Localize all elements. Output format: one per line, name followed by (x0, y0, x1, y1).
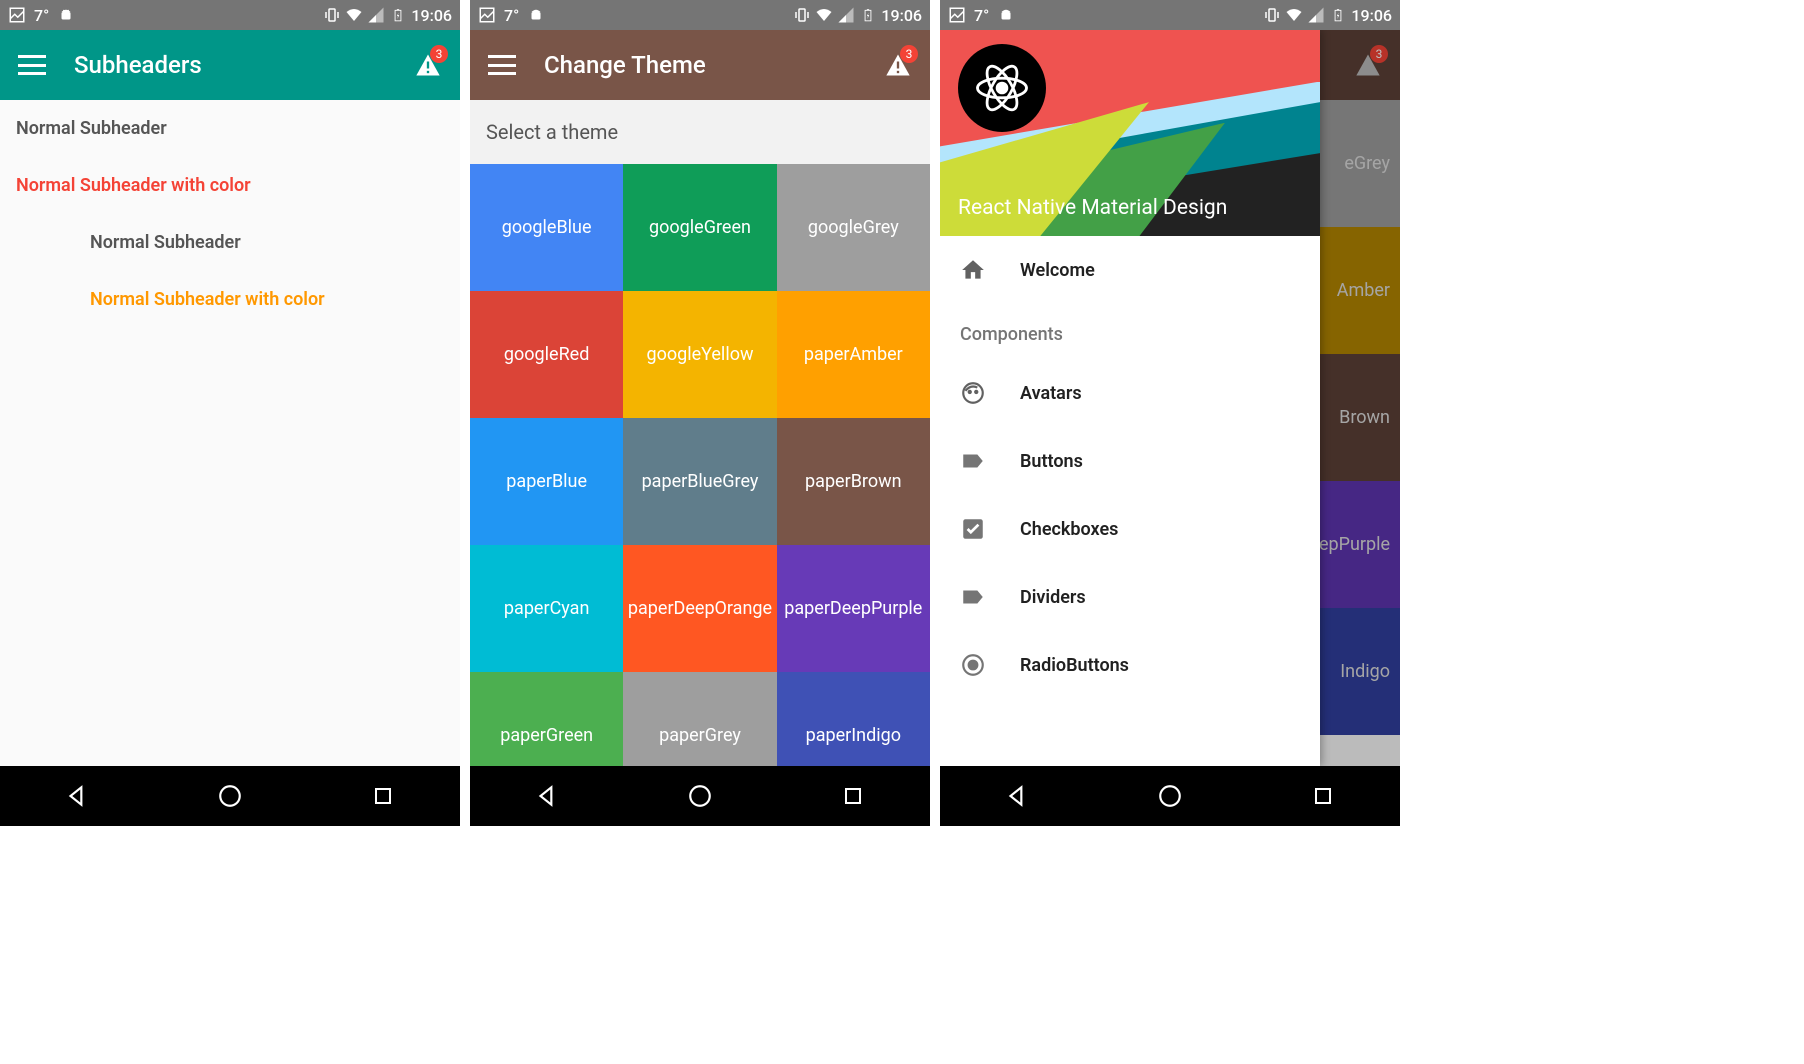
theme-googleGrey[interactable]: googleGrey (777, 164, 930, 291)
page-title: Subheaders (74, 51, 202, 79)
theme-paperDeepPurple[interactable]: paperDeepPurple (777, 545, 930, 672)
wifi-icon (815, 6, 833, 24)
battery-icon (859, 6, 877, 24)
status-time: 19:06 (1351, 6, 1392, 25)
drawer-item-label: Avatars (1020, 383, 1082, 404)
theme-googleBlue[interactable]: googleBlue (470, 164, 623, 291)
nav-back-button[interactable] (1002, 781, 1032, 811)
drawer-item-label: Checkboxes (1020, 519, 1118, 540)
select-theme-subheader: Select a theme (470, 100, 930, 164)
wifi-icon (345, 6, 363, 24)
label-icon (960, 584, 986, 610)
picture-icon (478, 6, 496, 24)
drawer-item-label: Buttons (1020, 451, 1083, 472)
picture-icon (8, 6, 26, 24)
theme-paperCyan[interactable]: paperCyan (470, 545, 623, 672)
drawer-item-dividers[interactable]: Dividers (940, 563, 1320, 631)
subheader-normal: Normal Subheader (0, 100, 460, 157)
content-area: Select a theme googleBluegoogleGreengoog… (470, 100, 930, 766)
page-title: Change Theme (544, 51, 706, 79)
drawer-item-label: RadioButtons (1020, 655, 1129, 676)
menu-icon[interactable] (18, 55, 46, 75)
menu-icon[interactable] (488, 55, 516, 75)
theme-paperBlue[interactable]: paperBlue (470, 418, 623, 545)
signal-icon (367, 6, 385, 24)
battery-icon (1329, 6, 1347, 24)
drawer-item-welcome[interactable]: Welcome (940, 236, 1320, 304)
warning-icon[interactable]: 3 (414, 51, 442, 79)
nav-back-button[interactable] (62, 781, 92, 811)
drawer-section-components: Components (940, 304, 1320, 359)
status-time: 19:06 (881, 6, 922, 25)
notification-badge: 3 (430, 45, 448, 63)
battery-icon (389, 6, 407, 24)
status-bar: 7° 19:06 (940, 0, 1400, 30)
theme-googleRed[interactable]: googleRed (470, 291, 623, 418)
navigation-bar (0, 766, 460, 826)
picture-icon (948, 6, 966, 24)
label-icon (960, 448, 986, 474)
android-icon (997, 6, 1015, 24)
radio-icon (960, 652, 986, 678)
theme-paperDeepOrange[interactable]: paperDeepOrange (623, 545, 776, 672)
navigation-drawer: React Native Material Design Welcome Com… (940, 30, 1320, 766)
theme-grid: googleBluegoogleGreengoogleGrey googleRed… (470, 164, 930, 766)
drawer-item-label: Dividers (1020, 587, 1086, 608)
nav-recent-button[interactable] (1308, 781, 1338, 811)
wifi-icon (1285, 6, 1303, 24)
notification-badge: 3 (900, 45, 918, 63)
phone-screen-drawer: 7° 19:06 3 eGreyAmberBrownepPurpleIndigo (940, 0, 1400, 826)
theme-paperGrey[interactable]: paperGrey (623, 672, 776, 766)
content-area: Normal Subheader Normal Subheader with c… (0, 100, 460, 766)
face-icon (960, 380, 986, 406)
drawer-item-label: Welcome (1020, 260, 1095, 281)
navigation-bar (470, 766, 930, 826)
nav-back-button[interactable] (532, 781, 562, 811)
drawer-item-buttons[interactable]: Buttons (940, 427, 1320, 495)
vibrate-icon (793, 6, 811, 24)
react-logo-icon (958, 44, 1046, 132)
subheader-red: Normal Subheader with color (0, 157, 460, 214)
drawer-header: React Native Material Design (940, 30, 1320, 236)
status-temperature: 7° (974, 6, 989, 25)
home-icon (960, 257, 986, 283)
vibrate-icon (1263, 6, 1281, 24)
vibrate-icon (323, 6, 341, 24)
checkbox-icon (960, 516, 986, 542)
drawer-item-checkboxes[interactable]: Checkboxes (940, 495, 1320, 563)
signal-icon (1307, 6, 1325, 24)
drawer-item-radiobuttons[interactable]: RadioButtons (940, 631, 1320, 699)
status-temperature: 7° (34, 6, 49, 25)
theme-paperBrown[interactable]: paperBrown (777, 418, 930, 545)
theme-paperGreen[interactable]: paperGreen (470, 672, 623, 766)
nav-home-button[interactable] (215, 781, 245, 811)
navigation-bar (940, 766, 1400, 826)
content-area: 3 eGreyAmberBrownepPurpleIndigo React Na… (940, 30, 1400, 766)
theme-googleGreen[interactable]: googleGreen (623, 164, 776, 291)
nav-recent-button[interactable] (838, 781, 868, 811)
status-temperature: 7° (504, 6, 519, 25)
nav-home-button[interactable] (1155, 781, 1185, 811)
theme-paperIndigo[interactable]: paperIndigo (777, 672, 930, 766)
subheader-inset: Normal Subheader (0, 214, 460, 271)
drawer-title: React Native Material Design (958, 196, 1227, 220)
theme-googleYellow[interactable]: googleYellow (623, 291, 776, 418)
phone-screen-subheaders: 7° 19:06 Subheaders 3 (0, 0, 460, 826)
app-bar: Change Theme 3 (470, 30, 930, 100)
nav-recent-button[interactable] (368, 781, 398, 811)
android-icon (527, 6, 545, 24)
theme-paperAmber[interactable]: paperAmber (777, 291, 930, 418)
phone-screen-change-theme: 7° 19:06 Change Theme 3 Select a theme g… (470, 0, 930, 826)
theme-paperBlueGrey[interactable]: paperBlueGrey (623, 418, 776, 545)
warning-icon[interactable]: 3 (884, 51, 912, 79)
nav-home-button[interactable] (685, 781, 715, 811)
android-icon (57, 6, 75, 24)
subheader-inset-amber: Normal Subheader with color (0, 271, 460, 328)
status-bar: 7° 19:06 (0, 0, 460, 30)
status-time: 19:06 (411, 6, 452, 25)
app-bar: Subheaders 3 (0, 30, 460, 100)
status-bar: 7° 19:06 (470, 0, 930, 30)
signal-icon (837, 6, 855, 24)
drawer-item-avatars[interactable]: Avatars (940, 359, 1320, 427)
